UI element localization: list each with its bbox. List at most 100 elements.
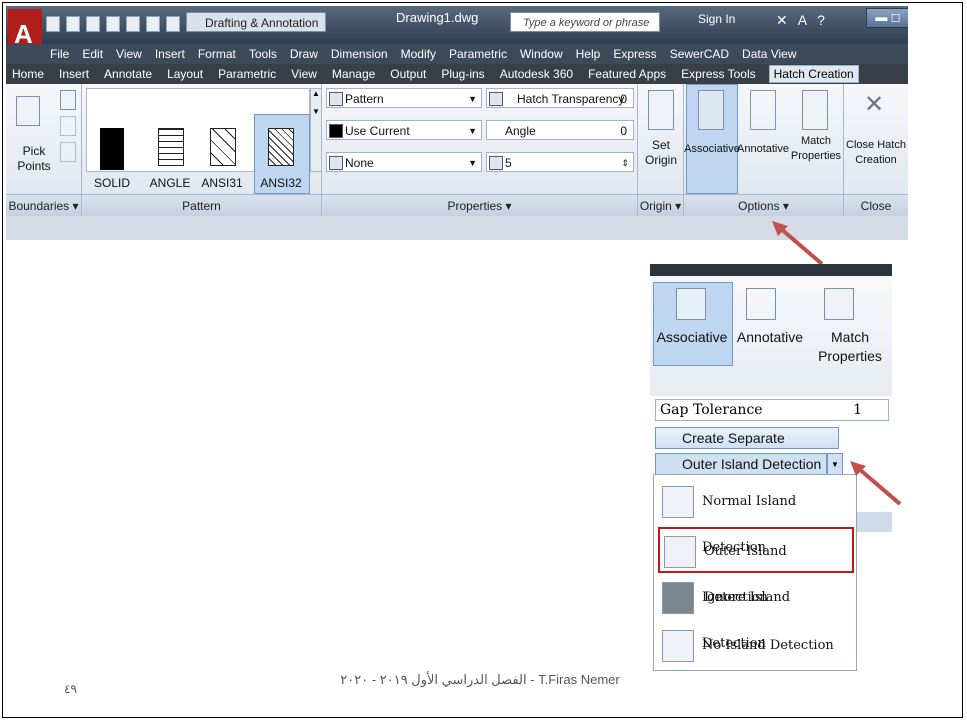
boundaries-footer[interactable]: Boundaries ▾ — [6, 194, 81, 216]
island-detection-dropdown[interactable]: Outer Island Detection — [655, 453, 827, 475]
properties-footer[interactable]: Properties ▾ — [322, 194, 637, 216]
tab-layout[interactable]: Layout — [165, 66, 205, 82]
options-arrow — [772, 221, 824, 266]
exchange-icon[interactable]: ✕ — [776, 12, 788, 29]
save-icon[interactable] — [86, 16, 100, 32]
tab-home[interactable]: Home — [10, 66, 46, 82]
menu-item-tools[interactable]: Tools — [249, 47, 277, 61]
close-hatch-label[interactable]: Close Hatch Creation — [844, 138, 908, 168]
dialog-launcher-strip[interactable] — [856, 512, 892, 532]
menu-item-express[interactable]: Express — [613, 47, 656, 61]
tab-hatch-creation[interactable]: Hatch Creation — [768, 65, 859, 83]
minimize-maximize-icon[interactable]: ▬ ◻ — [866, 8, 908, 28]
menu-item-modify[interactable]: Modify — [401, 47, 436, 61]
menu-item-window[interactable]: Window — [520, 47, 563, 61]
solid-swatch[interactable] — [100, 128, 124, 170]
associative-label[interactable]: Associative — [684, 142, 740, 157]
annotative-label[interactable]: Annotative — [736, 142, 790, 157]
gap-tolerance-field[interactable]: Gap Tolerance 1 — [655, 399, 889, 421]
zoom-match-properties-label[interactable]: Match Properties — [814, 328, 886, 366]
angle-field[interactable]: Angle 0 — [486, 120, 634, 140]
pick-points-label[interactable]: Pick Points — [6, 144, 62, 174]
tab-featured-apps[interactable]: Featured Apps — [586, 66, 668, 82]
search-input[interactable]: Type a keyword or phrase — [510, 12, 660, 32]
pattern-ansi32-label[interactable]: ANSI32 — [254, 176, 308, 191]
associative-icon[interactable] — [698, 90, 724, 130]
menu-item-sewercad[interactable]: SewerCAD — [670, 47, 729, 61]
menu-ignore-island-detection[interactable]: Ignore Island Detection — [658, 575, 854, 651]
tab-parametric[interactable]: Parametric — [216, 66, 278, 82]
undo-icon[interactable] — [146, 16, 160, 32]
tab-view[interactable]: View — [289, 66, 319, 82]
menu-item-view[interactable]: View — [116, 47, 142, 61]
menu-item-insert[interactable]: Insert — [155, 47, 185, 61]
menu-item-edit[interactable]: Edit — [82, 47, 103, 61]
zoom-associative-icon[interactable] — [676, 288, 706, 320]
open-icon[interactable] — [66, 16, 80, 32]
gallery-scroll[interactable]: ▲ ▼ — [310, 88, 322, 172]
angle-swatch[interactable] — [158, 128, 184, 166]
ansi31-swatch[interactable] — [210, 128, 236, 166]
save-as-icon[interactable] — [106, 16, 120, 32]
select-boundary-icon[interactable] — [60, 90, 76, 110]
normal-island-icon — [662, 486, 694, 518]
pattern-solid-label[interactable]: SOLID — [86, 176, 138, 191]
menu-normal-island-detection[interactable]: Normal Island Detection — [658, 479, 854, 555]
pick-points-icon[interactable] — [16, 96, 40, 126]
pattern-panel: SOLID ANGLE ANSI31 ANSI32 ▲ ▼ Pattern — [82, 84, 322, 216]
hatch-type-dropdown[interactable]: Pattern ▼ — [326, 88, 482, 108]
autocad-window: A Drafting & Annotation Drawing1.dwg Typ… — [6, 6, 908, 240]
zoom-match-properties-icon[interactable] — [824, 288, 854, 320]
menu-item-file[interactable]: File — [50, 47, 69, 61]
origin-footer[interactable]: Origin ▾ — [638, 194, 683, 216]
remove-boundary-icon[interactable] — [60, 116, 76, 136]
zoom-associative-label[interactable]: Associative — [653, 328, 731, 347]
pattern-ansi31-label[interactable]: ANSI31 — [196, 176, 248, 191]
menu-item-format[interactable]: Format — [198, 47, 236, 61]
tab-express-tools[interactable]: Express Tools — [679, 66, 757, 82]
tab-manage[interactable]: Manage — [330, 66, 377, 82]
pattern-angle-label[interactable]: ANGLE — [144, 176, 196, 191]
match-properties-icon[interactable] — [802, 90, 828, 130]
redo-icon[interactable] — [166, 16, 180, 32]
sign-in-button[interactable]: Sign In — [698, 12, 735, 26]
create-separate-hatches-button[interactable]: Create Separate Hatches — [655, 427, 839, 466]
set-origin-icon[interactable] — [648, 90, 674, 130]
zoom-annotative-icon[interactable] — [746, 288, 776, 320]
autodesk-icon[interactable]: A — [798, 12, 807, 29]
ansi32-swatch[interactable] — [268, 128, 294, 166]
set-origin-label[interactable]: Set Origin — [638, 138, 684, 168]
print-icon[interactable] — [126, 16, 140, 32]
tab-plug-ins[interactable]: Plug-ins — [439, 66, 486, 82]
recreate-boundary-icon[interactable] — [60, 142, 76, 162]
options-footer[interactable]: Options ▾ — [684, 194, 843, 216]
close-hatch-icon[interactable]: ✕ — [864, 90, 884, 119]
menu-no-island-detection[interactable]: No Island Detection — [658, 623, 854, 669]
zoomed-header-bar — [650, 264, 892, 276]
menu-item-data-view[interactable]: Data View — [742, 47, 796, 61]
tab-output[interactable]: Output — [388, 66, 428, 82]
workspace-dropdown[interactable]: Drafting & Annotation — [186, 12, 326, 32]
tab-insert[interactable]: Insert — [57, 66, 91, 82]
scale-field[interactable]: 5 ⇕ — [486, 152, 634, 172]
menu-item-dimension[interactable]: Dimension — [331, 47, 388, 61]
menu-item-draw[interactable]: Draw — [290, 47, 318, 61]
tab-autodesk-360[interactable]: Autodesk 360 — [498, 66, 575, 82]
properties-panel: Pattern ▼ Use Current ▼ None ▼ Hatch Transp… — [322, 84, 638, 216]
help-icon[interactable]: ? — [817, 12, 825, 29]
hatch-color-dropdown[interactable]: Use Current ▼ — [326, 120, 482, 140]
new-icon[interactable] — [46, 16, 60, 32]
match-properties-label[interactable]: Match Properties — [790, 134, 842, 164]
zoom-annotative-label[interactable]: Annotative — [730, 328, 810, 347]
pattern-footer: Pattern — [82, 194, 321, 216]
island-detection-menu: Normal Island Detection Outer Island Det… — [653, 474, 857, 671]
hatch-creation-ribbon: Pick Points Boundaries ▾ SOLID ANGLE ANS… — [6, 84, 908, 216]
quick-access-toolbar — [46, 14, 180, 34]
tab-annotate[interactable]: Annotate — [102, 66, 154, 82]
annotative-icon[interactable] — [750, 90, 776, 130]
menu-item-parametric[interactable]: Parametric — [449, 47, 507, 61]
hatch-transparency-field[interactable]: Hatch Transparency 0 — [486, 88, 634, 108]
menu-outer-island-detection[interactable]: Outer Island Detection — [658, 527, 854, 605]
menu-item-help[interactable]: Help — [576, 47, 601, 61]
background-color-dropdown[interactable]: None ▼ — [326, 152, 482, 172]
